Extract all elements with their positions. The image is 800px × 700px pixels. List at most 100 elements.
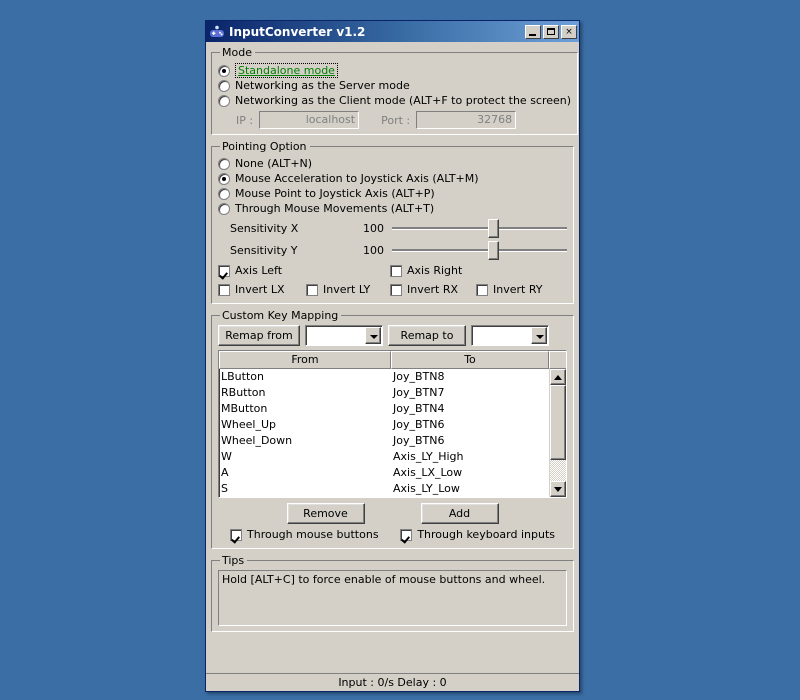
scroll-down-icon[interactable] <box>550 481 566 497</box>
table-row[interactable]: RButton Joy_BTN7 <box>219 385 549 401</box>
radio-icon <box>218 95 230 107</box>
checkbox-icon <box>476 284 488 296</box>
remap-from-combo[interactable] <box>305 325 383 346</box>
checkbox-invert-ly[interactable]: Invert LY <box>306 283 390 297</box>
checkbox-icon <box>230 529 242 541</box>
checkbox-invert-lx[interactable]: Invert LX <box>218 283 306 297</box>
radio-icon <box>218 173 230 185</box>
sensitivity-y-slider[interactable] <box>392 240 567 260</box>
slider-thumb[interactable] <box>487 241 499 260</box>
sensitivity-y-value: 100 <box>363 243 384 257</box>
cell-from: MButton <box>221 402 268 415</box>
checkbox-icon <box>390 265 402 277</box>
key-mapping-list-body: LButton Joy_BTN8 RButton Joy_BTN7 MButton Joy… <box>219 369 566 497</box>
table-row[interactable]: A Axis_LX_Low <box>219 465 549 481</box>
checkbox-icon <box>400 529 413 541</box>
sensitivity-x-slider[interactable] <box>392 218 567 238</box>
radio-pointing-through-movements[interactable]: Through Mouse Movements (ALT+T) <box>218 202 567 216</box>
maximize-button[interactable] <box>543 24 559 39</box>
ip-input[interactable]: localhost <box>259 111 360 129</box>
cell-to: Joy_BTN4 <box>393 402 445 415</box>
title-bar[interactable]: InputConverter v1.2 × <box>206 21 579 42</box>
checkbox-through-mouse-buttons[interactable]: Through mouse buttons <box>230 528 379 542</box>
cell-to: Axis_LY_High <box>393 450 464 463</box>
key-mapping-list-header: From To <box>219 351 566 369</box>
radio-icon <box>218 158 230 170</box>
checkbox-through-keyboard-inputs[interactable]: Through keyboard inputs <box>400 528 555 542</box>
radio-pointing-mouse-acceleration[interactable]: Mouse Acceleration to Joystick Axis (ALT… <box>218 172 567 186</box>
chevron-down-icon[interactable] <box>365 327 381 344</box>
cell-to: Joy_BTN7 <box>393 386 445 399</box>
checkbox-invert-ly-label: Invert LY <box>323 283 371 296</box>
scrollbar-track[interactable] <box>550 385 566 481</box>
ip-label: IP : <box>236 113 254 127</box>
tips-text: Hold [ALT+C] to force enable of mouse bu… <box>218 570 567 626</box>
table-row[interactable]: MButton Joy_BTN4 <box>219 401 549 417</box>
list-action-row: Remove Add <box>218 503 567 524</box>
checkbox-invert-rx-label: Invert RX <box>407 283 459 296</box>
remap-to-button[interactable]: Remap to <box>388 325 466 346</box>
port-input[interactable]: 32768 <box>416 111 517 129</box>
checkbox-axis-right-label: Axis Right <box>407 264 463 277</box>
minimize-button[interactable] <box>525 24 541 39</box>
radio-server-mode-label: Networking as the Server mode <box>235 79 410 92</box>
table-row[interactable]: Wheel_Up Joy_BTN6 <box>219 417 549 433</box>
cell-to: Joy_BTN6 <box>393 434 445 447</box>
checkbox-axis-left[interactable]: Axis Left <box>218 264 390 278</box>
remap-controls-row: Remap from Remap to <box>218 325 567 346</box>
chevron-down-icon[interactable] <box>531 327 547 344</box>
key-mapping-list[interactable]: From To LButton Joy_BTN8 RButton Joy_BTN7 MB… <box>218 350 567 498</box>
scrollbar-thumb[interactable] <box>550 385 566 460</box>
pointing-option-legend: Pointing Option <box>222 140 307 153</box>
remap-from-button[interactable]: Remap from <box>218 325 300 346</box>
remap-from-combo-value <box>306 326 365 345</box>
column-header-from[interactable]: From <box>219 351 391 369</box>
radio-client-mode[interactable]: Networking as the Client mode (ALT+F to … <box>218 94 571 108</box>
table-row[interactable]: W Axis_LY_High <box>219 449 549 465</box>
radio-standalone-mode[interactable]: Standalone mode <box>218 63 571 78</box>
cell-from: A <box>221 466 229 479</box>
cell-to: Joy_BTN8 <box>393 370 445 383</box>
remap-to-combo-value <box>472 326 531 345</box>
application-window: InputConverter v1.2 × Mode Standalone mo… <box>205 20 580 692</box>
checkbox-invert-ry[interactable]: Invert RY <box>476 283 542 297</box>
checkbox-invert-lx-label: Invert LX <box>235 283 285 296</box>
remove-button[interactable]: Remove <box>286 503 365 524</box>
cell-to: Axis_LY_Low <box>393 482 460 495</box>
radio-pointing-none[interactable]: None (ALT+N) <box>218 157 567 171</box>
remap-to-combo[interactable] <box>471 325 549 346</box>
checkbox-invert-rx[interactable]: Invert RX <box>390 283 476 297</box>
radio-pointing-mouse-acceleration-label: Mouse Acceleration to Joystick Axis (ALT… <box>235 172 479 185</box>
table-row[interactable]: S Axis_LY_Low <box>219 481 549 497</box>
sensitivity-x-label: Sensitivity X <box>230 221 299 235</box>
column-header-to[interactable]: To <box>391 351 549 369</box>
passthrough-checkbox-row: Through mouse buttons Through keyboard i… <box>218 527 567 543</box>
cell-from: LButton <box>221 370 264 383</box>
client-area: Mode Standalone mode Networking as the S… <box>206 42 579 673</box>
radio-icon <box>218 80 230 92</box>
radio-server-mode[interactable]: Networking as the Server mode <box>218 79 571 93</box>
radio-pointing-through-movements-label: Through Mouse Movements (ALT+T) <box>235 202 435 215</box>
close-button[interactable]: × <box>561 24 577 39</box>
sensitivity-x-row: Sensitivity X 100 <box>218 218 567 238</box>
sensitivity-y-row: Sensitivity Y 100 <box>218 240 567 260</box>
checkbox-through-mouse-buttons-label: Through mouse buttons <box>247 528 379 541</box>
table-row[interactable]: Wheel_Down Joy_BTN6 <box>219 433 549 449</box>
table-row[interactable]: LButton Joy_BTN8 <box>219 369 549 385</box>
radio-pointing-mouse-point[interactable]: Mouse Point to Joystick Axis (ALT+P) <box>218 187 567 201</box>
checkbox-axis-right[interactable]: Axis Right <box>390 264 462 278</box>
radio-pointing-none-label: None (ALT+N) <box>235 157 313 170</box>
pointing-option-group: Pointing Option None (ALT+N) Mouse Accel… <box>211 140 574 304</box>
list-vertical-scrollbar[interactable] <box>549 369 566 497</box>
network-settings-row: IP : localhost Port : 32768 <box>218 111 571 129</box>
custom-key-mapping-group: Custom Key Mapping Remap from Remap to F… <box>211 309 574 549</box>
custom-key-mapping-legend: Custom Key Mapping <box>222 309 339 322</box>
add-button[interactable]: Add <box>420 503 499 524</box>
slider-thumb[interactable] <box>487 219 499 238</box>
scroll-up-icon[interactable] <box>550 369 566 385</box>
radio-icon <box>218 64 230 77</box>
cell-to: Axis_LX_Low <box>393 466 463 479</box>
cell-from: RButton <box>221 386 266 399</box>
cell-to: Joy_BTN6 <box>393 418 445 431</box>
port-label: Port : <box>381 113 411 127</box>
